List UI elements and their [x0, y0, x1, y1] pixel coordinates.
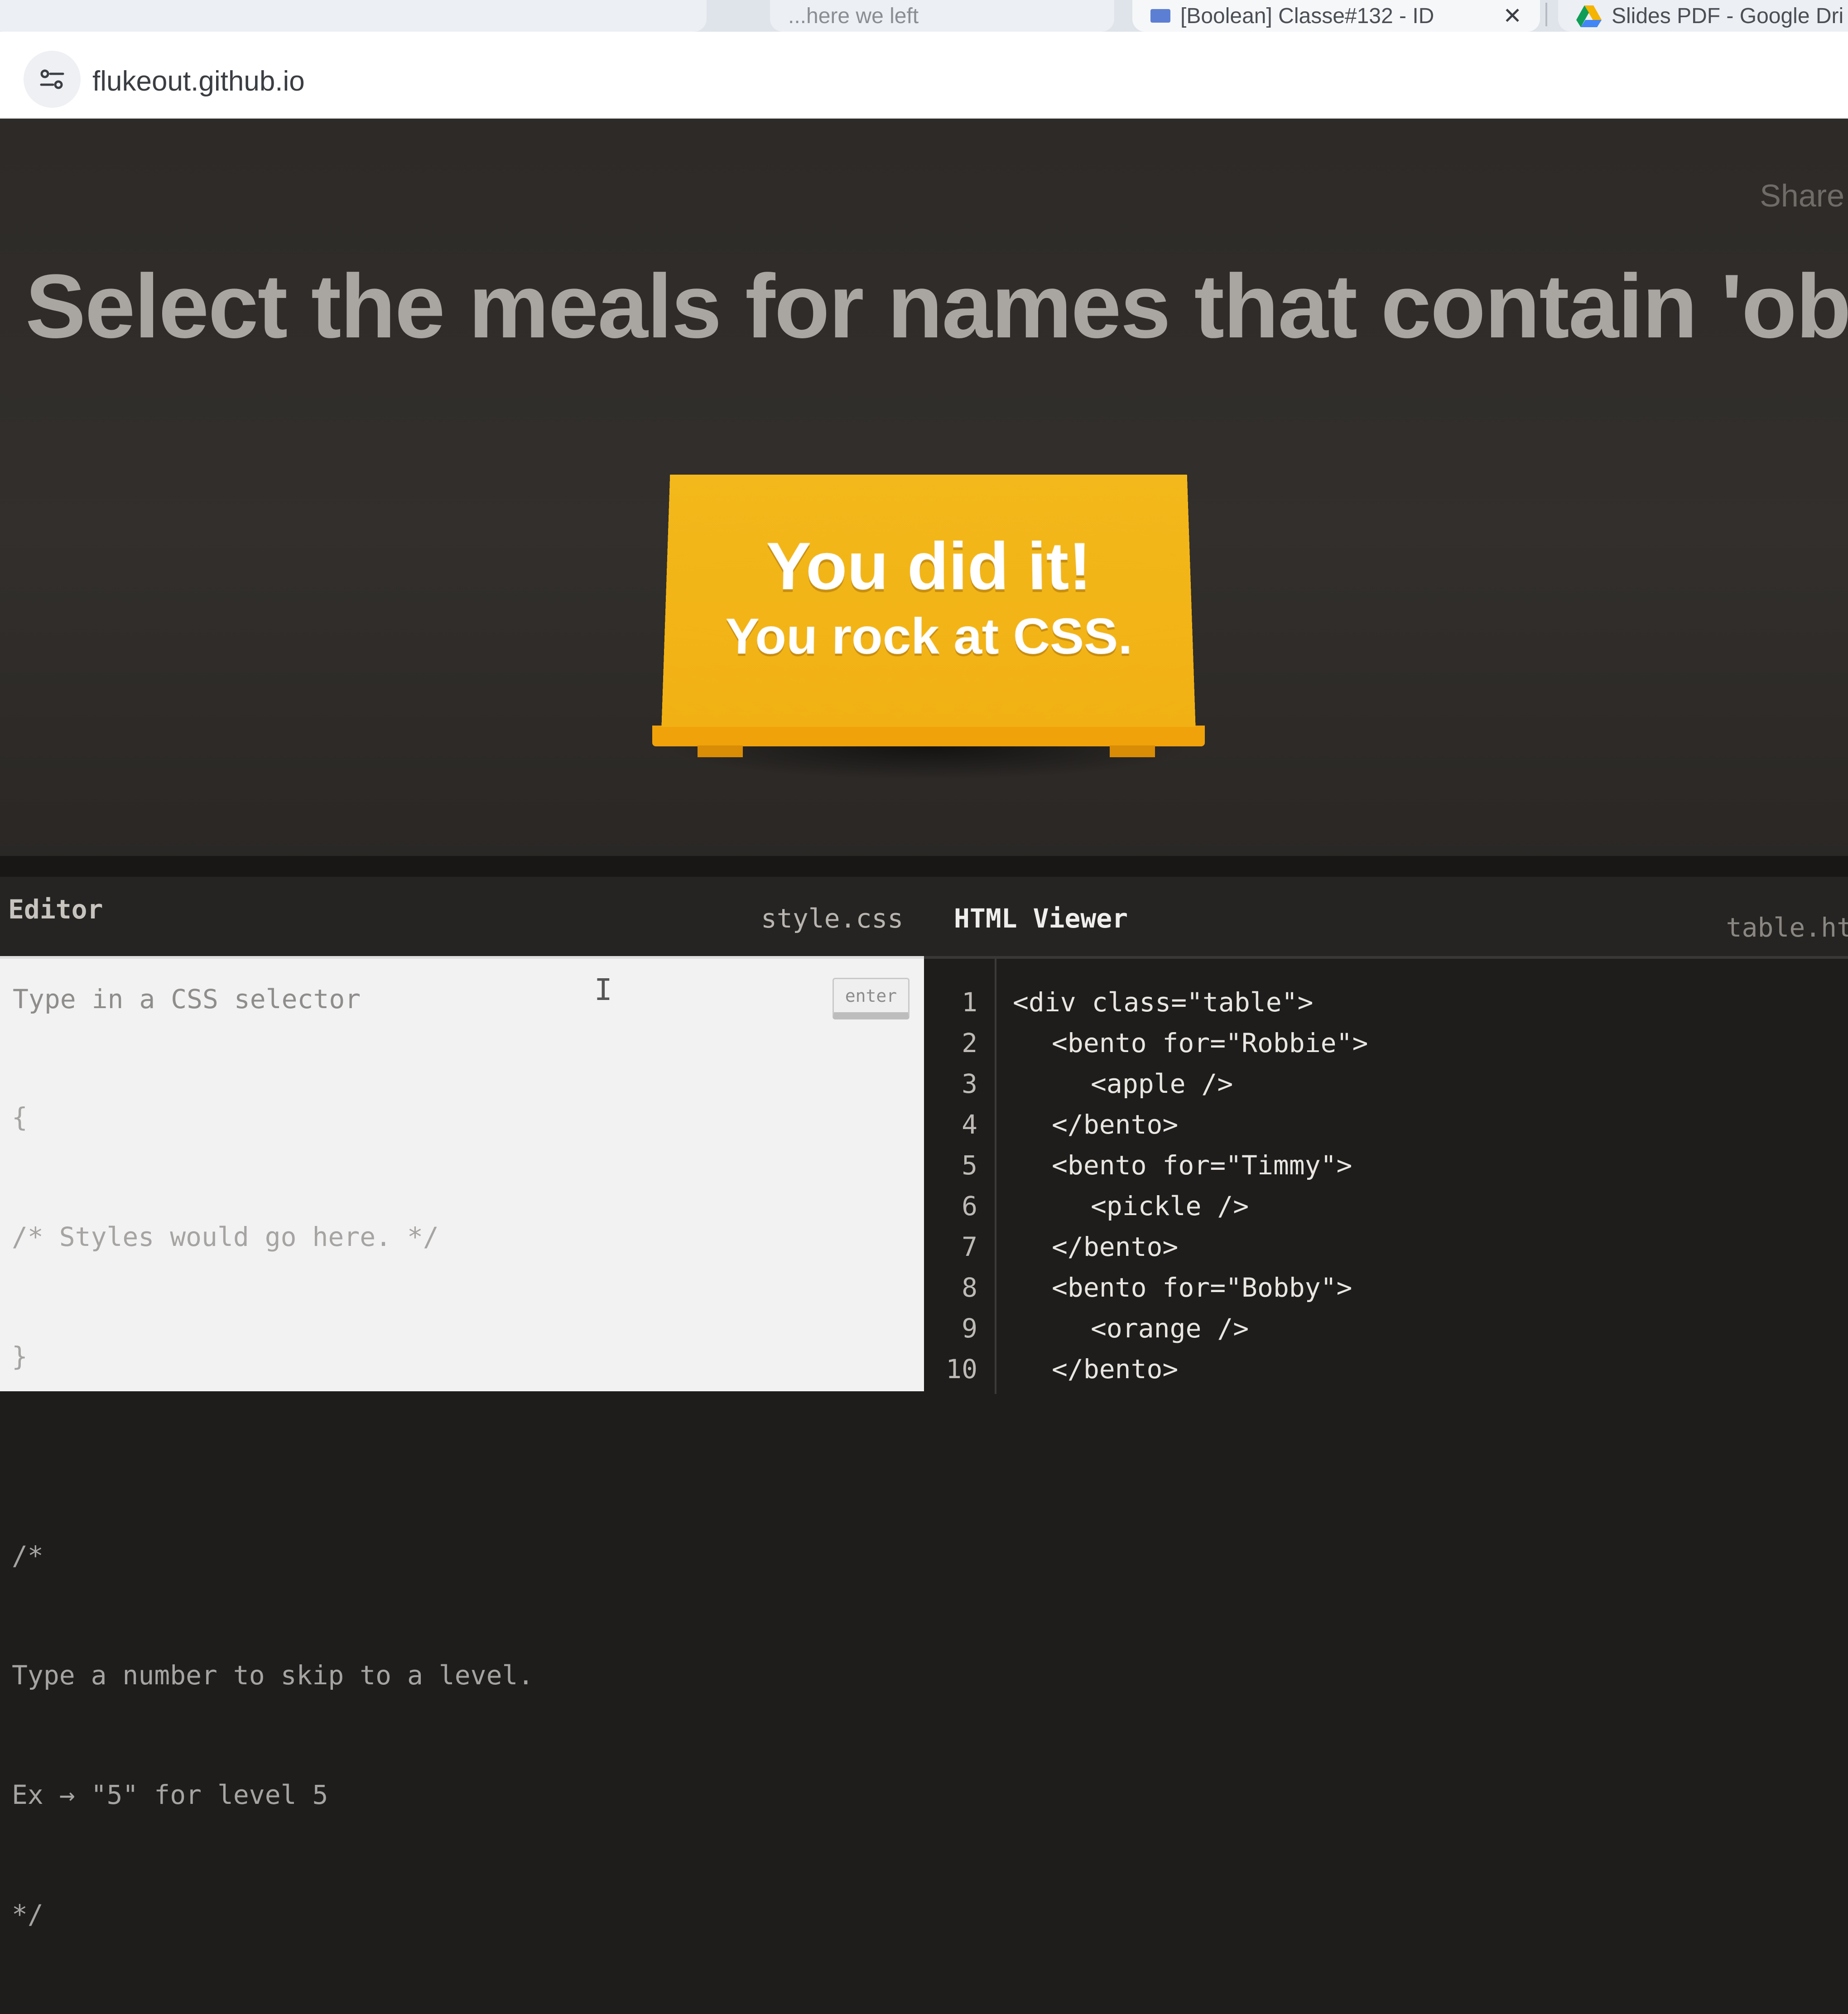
table-leg: [1110, 745, 1155, 757]
editor-title: Editor: [8, 894, 103, 925]
pane-header: Editor style.css HTML Viewer table.ht: [0, 877, 1848, 956]
share-link[interactable]: Share: [1760, 178, 1844, 214]
line-number: 3: [962, 1068, 977, 1099]
css-line: {: [12, 1102, 28, 1133]
html-code-line[interactable]: </bento>: [1052, 1109, 1178, 1140]
html-code-line[interactable]: <bento for="Timmy">: [1052, 1150, 1352, 1181]
tab-label: Slides PDF - Google Dri: [1612, 4, 1844, 28]
browser-tab-active[interactable]: [Boolean] Classe#132 - ID ✕: [1132, 0, 1540, 32]
html-code-line[interactable]: <div class="table">: [1013, 987, 1313, 1018]
line-number: 8: [962, 1272, 977, 1303]
line-number: 10: [946, 1354, 977, 1384]
css-line: /* Styles would go here. */: [12, 1221, 439, 1252]
line-number-gutter: 1 2 3 4 5 6 7 8 9 10: [924, 959, 996, 1394]
site-info-icon[interactable]: [24, 51, 81, 108]
html-code-line[interactable]: <bento for="Bobby">: [1052, 1272, 1352, 1303]
browser-tab[interactable]: [0, 0, 707, 32]
html-viewer-pane: 1 2 3 4 5 6 7 8 9 10 <div class="table"> <bento fo…: [924, 956, 1848, 1394]
css-line: }: [12, 1341, 28, 1372]
win-heading: You did it!: [765, 528, 1092, 604]
tab-favicon-icon: [1150, 9, 1170, 23]
css-line: /*: [12, 1540, 43, 1571]
close-tab-icon[interactable]: ✕: [1503, 3, 1522, 29]
table-surface: You did it! You rock at CSS.: [661, 474, 1196, 727]
enter-button[interactable]: enter: [833, 978, 910, 1019]
level-instruction: Select the meals for names that contain …: [25, 256, 1848, 357]
html-code-line[interactable]: </bento>: [1052, 1354, 1178, 1384]
browser-tab-strip: ...here we left [Boolean] Classe#132 - I…: [0, 0, 1848, 32]
browser-tab[interactable]: Slides PDF - Google Dri: [1558, 0, 1848, 32]
css-file-name: style.css: [761, 903, 904, 934]
html-code-line[interactable]: <orange />: [1091, 1313, 1249, 1344]
text-cursor-icon: Ι: [594, 972, 612, 1007]
browser-tab[interactable]: ...here we left: [770, 0, 1114, 32]
css-line: Ex → "5" for level 5: [12, 1779, 328, 1810]
html-code-line[interactable]: </bento>: [1052, 1231, 1178, 1262]
game-stage: Share Select the meals for names that co…: [0, 119, 1848, 870]
html-code-line[interactable]: <pickle />: [1091, 1191, 1249, 1221]
tune-icon: [40, 69, 64, 89]
bento-table: You did it! You rock at CSS.: [648, 472, 1209, 798]
css-line: */: [12, 1899, 43, 1930]
line-number: 2: [962, 1028, 977, 1058]
line-number: 6: [962, 1191, 977, 1221]
line-number: 9: [962, 1313, 977, 1344]
html-viewer-title: HTML Viewer: [954, 903, 1128, 934]
html-code-line[interactable]: <bento for="Robbie">: [1052, 1028, 1368, 1058]
line-number: 5: [962, 1150, 977, 1181]
line-number: 1: [962, 987, 977, 1018]
table-leg: [698, 745, 743, 757]
tab-separator: [1545, 3, 1547, 26]
css-selector-input[interactable]: [12, 981, 820, 1018]
html-file-name: table.ht: [1726, 912, 1848, 943]
table-edge: [652, 726, 1205, 746]
tab-label: ...here we left: [788, 4, 919, 28]
stage-divider: [0, 856, 1848, 877]
win-subheading: You rock at CSS.: [724, 607, 1133, 665]
html-code-line[interactable]: <apple />: [1091, 1068, 1233, 1099]
url-text[interactable]: flukeout.github.io: [92, 65, 305, 97]
address-bar: flukeout.github.io: [0, 32, 1848, 119]
line-number: 4: [962, 1109, 977, 1140]
css-comment-block: { /* Styles would go here. */ } /* Type …: [12, 1018, 534, 2014]
css-editor-pane: Ι enter { /* Styles would go here. */ } …: [0, 956, 924, 1930]
tab-label: [Boolean] Classe#132 - ID: [1180, 4, 1434, 28]
css-line: Type a number to skip to a level.: [12, 1660, 534, 1691]
line-number: 7: [962, 1231, 977, 1262]
google-drive-icon: [1576, 5, 1602, 27]
